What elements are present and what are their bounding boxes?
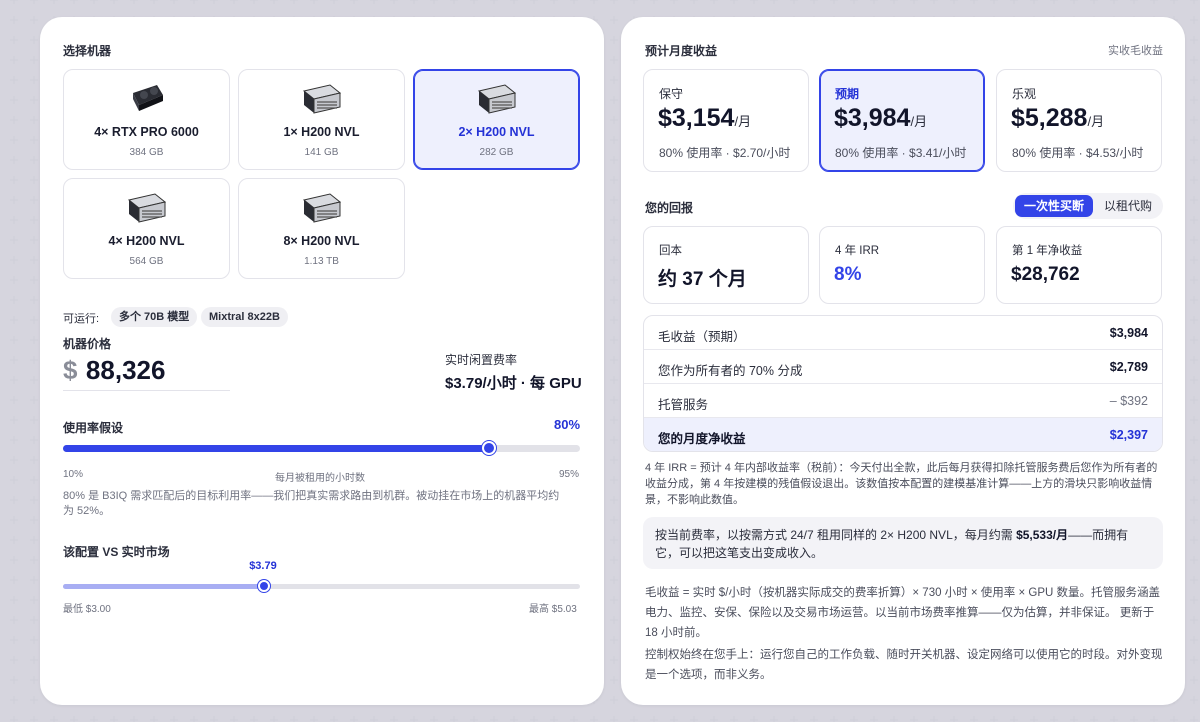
row-value: $3,984 <box>1109 326 1148 340</box>
utilization-max: 95% <box>559 469 580 480</box>
machine-tile-8x-h200[interactable]: 8× H200 NVL 1.13 TB <box>238 178 405 279</box>
row-value: $2,397 <box>1109 428 1148 442</box>
row-value: – $392 <box>1109 394 1148 408</box>
server-icon <box>127 193 166 223</box>
market-rate-marker <box>258 580 271 592</box>
returns-label: 您的回报 <box>645 201 694 215</box>
callout-amount: $5,533/月 <box>1016 528 1069 542</box>
machine-tile-4x-h200[interactable]: 4× H200 NVL 564 GB <box>63 178 230 279</box>
callout-text: 按当前费率，以按需方式 24/7 租用同样的 2× H200 NVL，每月约需 <box>655 528 1017 542</box>
runnable-label: 可运行: <box>63 313 100 325</box>
scenario-amount: $5,288 <box>1011 104 1088 132</box>
row-label: 您作为所有者的 70% 分成 <box>658 364 803 378</box>
table-row: 毛收益（预期） $3,984 <box>644 316 1162 350</box>
scenario-per: /月 <box>910 114 928 129</box>
machine-memory: 384 GB <box>129 147 164 158</box>
purchase-mode-toggle: 一次性买断 以租代购 <box>1013 193 1163 219</box>
machine-memory: 282 GB <box>479 147 514 158</box>
server-icon <box>302 84 341 114</box>
gross-formula-note: 毛收益 = 实时 $/小时（按机器实际成交的费率折算）× 730 小时 × 使用… <box>645 587 1161 639</box>
table-row: 托管服务 – $392 <box>644 384 1162 418</box>
market-rate-indicator <box>63 580 580 592</box>
machine-name: 4× RTX PRO 6000 <box>94 125 199 139</box>
machine-tile-2x-h200[interactable]: 2× H200 NVL 282 GB <box>413 69 580 170</box>
market-max: 最高 $5.03 <box>529 604 577 615</box>
currency-symbol: $ <box>63 355 78 385</box>
runnable-chip: 多个 70B 模型 <box>111 307 198 327</box>
payback-label: 回本 <box>659 245 682 257</box>
machine-name: 8× H200 NVL <box>283 234 360 248</box>
scenario-label: 预期 <box>835 87 860 101</box>
row-label: 毛收益（预期） <box>658 330 746 344</box>
scenario-amount: $3,984 <box>834 104 911 132</box>
market-label: 该配置 VS 实时市场 <box>63 545 170 559</box>
market-min: 最低 $3.00 <box>63 604 111 615</box>
utilization-label: 使用率假设 <box>63 421 124 435</box>
rent-comparison-callout: 按当前费率，以按需方式 24/7 租用同样的 2× H200 NVL，每月约需 … <box>643 517 1163 569</box>
utilization-min: 10% <box>63 469 84 480</box>
scenario-expected[interactable]: 预期 $3,984/月 80% 使用率 · $3.41/小时 <box>819 69 985 172</box>
control-note: 控制权始终在您手上：运行您自己的工作负载、随时开关机器、设定网络可以使用它的时段… <box>645 649 1163 681</box>
utilization-value: 80% <box>554 417 581 432</box>
price-input[interactable]: $ 88,326 <box>63 355 230 391</box>
realtime-rate-label: 实时闲置费率 <box>445 353 518 367</box>
irr-value: 8% <box>834 264 862 285</box>
irr-card: 4 年 IRR 8% <box>819 226 985 304</box>
machine-config-panel: 选择机器 4× RTX PRO 6000 384 GB 1× H200 NVL … <box>40 17 604 705</box>
row-label: 您的月度净收益 <box>658 432 746 446</box>
earnings-panel: 预计月度收益 实收毛收益 保守 $3,154/月 80% 使用率 · $2.70… <box>621 17 1185 705</box>
server-icon <box>477 84 516 114</box>
scenario-detail: 80% 使用率 · $3.41/小时 <box>835 146 967 160</box>
scenario-conservative[interactable]: 保守 $3,154/月 80% 使用率 · $2.70/小时 <box>643 69 809 172</box>
first-year-card: 第 1 年净收益 $28,762 <box>996 226 1162 304</box>
irr-label: 4 年 IRR <box>835 245 880 257</box>
price-value: 88,326 <box>85 355 166 385</box>
row-label: 托管服务 <box>658 398 709 412</box>
market-rate-fill <box>63 584 265 589</box>
payback-value: 约 37 个月 <box>658 269 747 290</box>
first-year-value: $28,762 <box>1011 264 1080 285</box>
utilization-slider-thumb[interactable] <box>481 441 496 455</box>
scenario-detail: 80% 使用率 · $2.70/小时 <box>659 146 791 160</box>
utilization-note: 80% 是 B3IQ 需求匹配后的目标利用率——我们把真实需求路由到机群。被动挂… <box>63 490 560 517</box>
row-value: $2,789 <box>1109 360 1148 374</box>
payback-card: 回本 约 37 个月 <box>643 226 809 304</box>
irr-note: 4 年 IRR = 预计 4 年内部收益率（税前）：今天付出全款，此后每月获得扣… <box>645 462 1158 506</box>
realtime-rate-value: $3.79/小时 · 每 GPU <box>445 375 582 392</box>
price-label: 机器价格 <box>63 337 112 351</box>
machine-name: 2× H200 NVL <box>458 125 535 139</box>
machine-name: 1× H200 NVL <box>283 125 360 139</box>
first-year-label: 第 1 年净收益 <box>1012 245 1083 257</box>
scenario-per: /月 <box>1087 114 1105 129</box>
utilization-slider[interactable] <box>63 441 580 455</box>
table-row: 您作为所有者的 70% 分成 $2,789 <box>644 350 1162 384</box>
server-icon <box>302 193 341 223</box>
scenario-per: /月 <box>734 114 752 129</box>
machine-name: 4× H200 NVL <box>108 234 185 248</box>
scenario-label: 乐观 <box>1012 87 1037 101</box>
monthly-earnings-label: 预计月度收益 <box>645 44 718 58</box>
machine-memory: 564 GB <box>129 256 164 267</box>
utilization-slider-fill <box>63 445 489 452</box>
utilization-axis-label: 每月被租用的小时数 <box>275 473 365 484</box>
earnings-breakdown-table: 毛收益（预期） $3,984 您作为所有者的 70% 分成 $2,789 托管服… <box>643 315 1163 452</box>
toggle-buyout[interactable]: 一次性买断 <box>1015 195 1093 217</box>
runnable-chip: Mixtral 8x22B <box>201 307 288 327</box>
machine-tile-rtx-pro-6000[interactable]: 4× RTX PRO 6000 384 GB <box>63 69 230 170</box>
gpu-card-icon <box>132 85 163 111</box>
scenario-optimistic[interactable]: 乐观 $5,288/月 80% 使用率 · $4.53/小时 <box>996 69 1162 172</box>
toggle-lease[interactable]: 以租代购 <box>1093 193 1163 219</box>
select-machine-label: 选择机器 <box>63 44 112 58</box>
scenario-label: 保守 <box>659 87 684 101</box>
machine-tile-1x-h200[interactable]: 1× H200 NVL 141 GB <box>238 69 405 170</box>
market-rate-value: $3.79 <box>249 560 277 572</box>
scenario-detail: 80% 使用率 · $4.53/小时 <box>1012 146 1144 160</box>
table-row-total: 您的月度净收益 $2,397 <box>644 418 1162 451</box>
machine-memory: 1.13 TB <box>304 256 339 267</box>
gross-earnings-link[interactable]: 实收毛收益 <box>1108 42 1163 58</box>
scenario-amount: $3,154 <box>658 104 735 132</box>
machine-memory: 141 GB <box>304 147 339 158</box>
